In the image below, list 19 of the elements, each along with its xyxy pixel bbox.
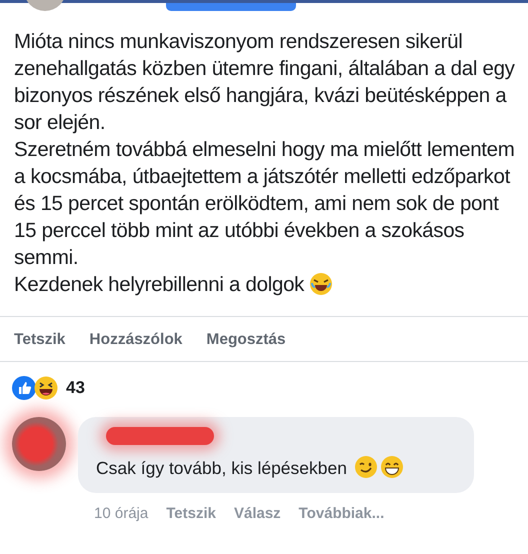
post-action-button[interactable]: Hozzászólok: [89, 331, 182, 349]
reaction-count[interactable]: 43: [66, 378, 85, 398]
tab-indicator[interactable]: [166, 3, 296, 11]
post-text: Szeretném továbbá elmeselni hogy ma mielőtt lementem a kocsmába, útbaejtettem a játszótér melletti edzőparkot és 15 percet spontán erölködtem, ami nem sok de pont 15 perccel több mint az utóbbi években a szokásos semmi.: [14, 137, 516, 271]
thumbs-up-icon: [12, 376, 36, 400]
laughing-face-icon: [34, 376, 58, 400]
comment-time: 10 órája: [94, 505, 148, 522]
laughing-emoji-icon: [309, 272, 334, 296]
comment-action-link[interactable]: Tetszik: [166, 505, 216, 522]
grinning-face-icon: [380, 455, 404, 479]
winking-face-icon: [354, 455, 378, 479]
post-text: Kezdenek helyrebillenni a dolgok: [14, 271, 524, 298]
post-action-button[interactable]: Megosztás: [206, 331, 286, 349]
redacted-avatar: [12, 417, 66, 471]
comment-action-link[interactable]: Válasz: [234, 505, 281, 522]
post-action-button[interactable]: Tetszik: [14, 331, 66, 349]
comment-text: Csak így tovább, kis lépésekben: [96, 455, 404, 479]
post-text: Mióta nincs munkaviszonyom rendszeresen sikerül zenehallgatás közben ütemre fingani, általában a dal egy bizonyos részének első hangjára, kvázi beütésképpen a sor elején.: [14, 29, 516, 136]
comment-action-link[interactable]: Továbbiak...: [298, 505, 384, 522]
